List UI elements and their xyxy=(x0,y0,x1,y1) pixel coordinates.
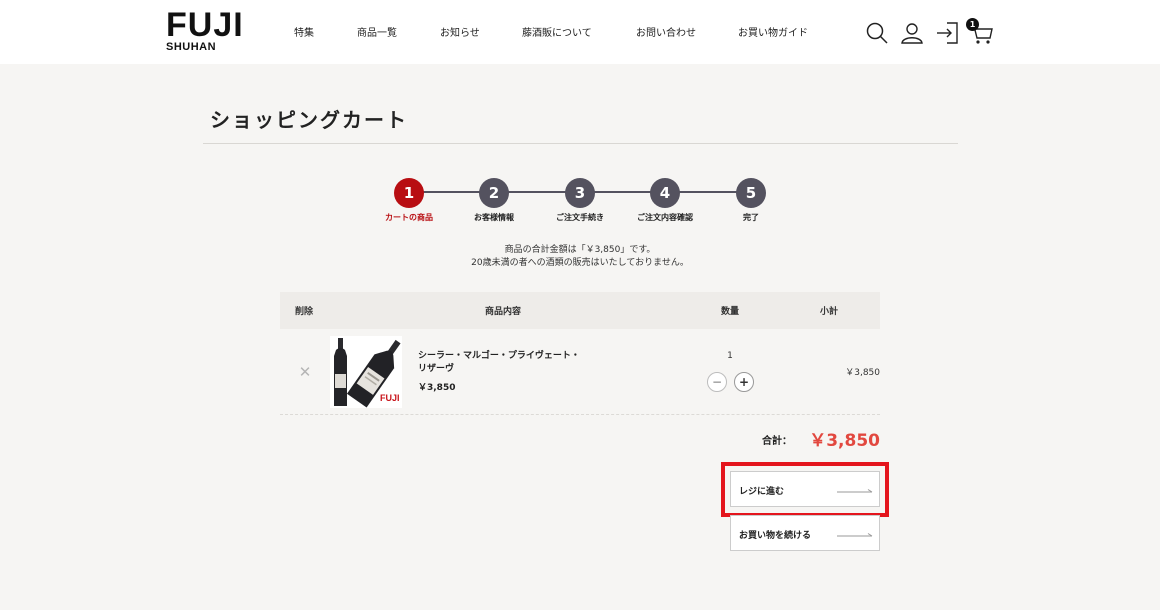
nav-item-news[interactable]: お知らせ xyxy=(440,24,480,39)
site-logo[interactable]: FUJI SHUHAN xyxy=(166,6,244,54)
arrow-right-icon xyxy=(837,489,873,493)
checkout-button[interactable]: レジに進む xyxy=(730,471,880,507)
title-divider xyxy=(203,143,958,144)
nav-item-features[interactable]: 特集 xyxy=(294,24,314,39)
step-1-label: カートの商品 xyxy=(385,213,433,222)
notice-total-text: 商品の合計金額は「￥3,850」です。 xyxy=(504,245,656,255)
cart-table-header: 削除 商品内容 数量 小計 xyxy=(280,292,880,329)
step-1-circle: 1 xyxy=(394,178,424,208)
product-thumbnail[interactable]: FUJI xyxy=(330,336,402,408)
remove-item-icon[interactable]: ✕ xyxy=(298,364,312,380)
site-header: FUJI SHUHAN 特集 商品一覧 お知らせ 藤酒販について お問い合わせ … xyxy=(0,0,1160,64)
step-2-label: お客様情報 xyxy=(474,213,514,222)
logo-wordmark: FUJI xyxy=(166,6,244,44)
total-label: 合計： xyxy=(762,436,792,447)
quantity-increase-button[interactable]: + xyxy=(734,372,754,392)
header-quantity: 数量 xyxy=(721,307,740,317)
header-remove: 削除 xyxy=(295,307,314,317)
arrow-right-icon xyxy=(837,533,873,537)
product-name-link[interactable]: シーラー・マルゴー・プライヴェート・リザーヴ xyxy=(418,350,588,376)
header-subtotal: 小計 xyxy=(820,307,839,317)
notice-age-text: 20歳未満の者への酒類の販売はいたしておりません。 xyxy=(471,258,689,268)
continue-shopping-button[interactable]: お買い物を続ける xyxy=(730,515,880,551)
quantity-value: 1 xyxy=(727,351,733,361)
nav-item-contact[interactable]: お問い合わせ xyxy=(636,24,696,39)
nav-item-guide[interactable]: お買い物ガイド xyxy=(738,24,808,39)
continue-shopping-label: お買い物を続ける xyxy=(739,531,812,541)
step-3-circle: 3 xyxy=(565,178,595,208)
nav-item-products[interactable]: 商品一覧 xyxy=(357,24,397,39)
row-subtotal: ￥3,850 xyxy=(845,368,880,378)
login-icon[interactable] xyxy=(934,20,960,46)
thumbnail-logo-text: FUJI xyxy=(380,393,400,403)
row-divider xyxy=(280,414,880,415)
cart-notice: 商品の合計金額は「￥3,850」です。 20歳未満の者への酒類の販売はいたしてお… xyxy=(380,244,780,270)
step-4-circle: 4 xyxy=(650,178,680,208)
product-price: ￥3,850 xyxy=(418,383,456,393)
step-3-label: ご注文手続き xyxy=(556,213,604,222)
header-product: 商品内容 xyxy=(485,307,522,317)
checkout-button-label: レジに進む xyxy=(739,487,785,497)
page-title: ショッピングカート xyxy=(210,108,408,132)
total-value: ￥3,850 xyxy=(809,431,880,451)
search-icon[interactable] xyxy=(864,20,890,46)
step-2-circle: 2 xyxy=(479,178,509,208)
step-5-circle: 5 xyxy=(736,178,766,208)
step-5-label: 完了 xyxy=(743,213,759,222)
user-icon[interactable] xyxy=(899,20,925,46)
quantity-decrease-button[interactable]: − xyxy=(707,372,727,392)
step-4-label: ご注文内容確認 xyxy=(637,213,693,222)
cart-count-badge: 1 xyxy=(966,18,979,31)
nav-item-about[interactable]: 藤酒販について xyxy=(522,24,592,39)
